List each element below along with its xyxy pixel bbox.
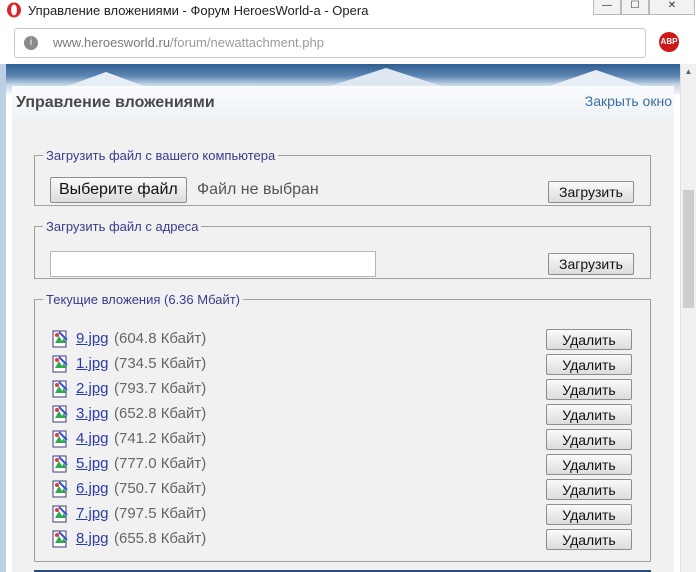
minimize-button[interactable]: — <box>593 0 621 15</box>
image-file-icon <box>52 355 68 373</box>
attachment-row: 1.jpg (734.5 Кбайт) Удалить <box>35 352 650 377</box>
upload-from-computer-fieldset: Загрузить файл с вашего компьютера Выбер… <box>34 148 651 206</box>
delete-attachment-button[interactable]: Удалить <box>546 379 632 400</box>
url-path: /forum/newattachment.php <box>170 35 324 50</box>
attachment-row: 7.jpg (797.5 Кбайт) Удалить <box>35 502 650 527</box>
image-file-icon <box>52 380 68 398</box>
delete-attachment-button[interactable]: Удалить <box>546 504 632 525</box>
attachment-file-size: (655.8 Кбайт) <box>114 530 207 547</box>
adblock-plus-icon[interactable]: ABP <box>659 32 679 52</box>
delete-attachment-button[interactable]: Удалить <box>546 404 632 425</box>
attachment-file-size: (652.8 Кбайт) <box>114 405 207 422</box>
window-title: Управление вложениями - Форум HeroesWorl… <box>28 3 369 18</box>
attachment-file-link[interactable]: 1.jpg <box>76 355 109 372</box>
attachment-file-link[interactable]: 4.jpg <box>76 430 109 447</box>
attachment-file-link[interactable]: 5.jpg <box>76 455 109 472</box>
delete-attachment-button[interactable]: Удалить <box>546 354 632 375</box>
attachment-file-size: (741.2 Кбайт) <box>114 430 207 447</box>
attachment-file-size: (750.7 Кбайт) <box>114 480 207 497</box>
image-file-icon <box>52 405 68 423</box>
attachment-row: 3.jpg (652.8 Кбайт) Удалить <box>35 402 650 427</box>
attachment-file-size: (797.5 Кбайт) <box>114 505 207 522</box>
attachment-row: 8.jpg (655.8 Кбайт) Удалить <box>35 527 650 552</box>
delete-attachment-button[interactable]: Удалить <box>546 529 632 550</box>
attachment-row: 9.jpg (604.8 Кбайт) Удалить <box>35 327 650 352</box>
attachment-file-size: (734.5 Кбайт) <box>114 355 207 372</box>
choose-file-button[interactable]: Выберите файл <box>50 177 187 203</box>
attachment-file-link[interactable]: 7.jpg <box>76 505 109 522</box>
attachment-file-link[interactable]: 9.jpg <box>76 330 109 347</box>
close-window-link[interactable]: Закрыть окно <box>585 93 672 109</box>
upload-from-url-legend: Загрузить файл с адреса <box>46 219 199 234</box>
no-file-chosen-text: Файл не выбран <box>197 181 319 198</box>
file-url-input[interactable] <box>50 251 376 277</box>
current-attachments-legend: Текущие вложения (6.36 Мбайт) <box>46 292 241 307</box>
vertical-scrollbar[interactable]: ▲ <box>680 64 696 572</box>
popup-header: Управление вложениями Закрыть окно <box>12 86 674 119</box>
attachment-file-size: (777.0 Кбайт) <box>114 455 207 472</box>
current-attachments-fieldset: Текущие вложения (6.36 Мбайт) 9.jpg (604.… <box>34 292 651 562</box>
page-viewport: Управление вложениями Закрыть окно Загру… <box>0 64 680 572</box>
attachment-file-link[interactable]: 3.jpg <box>76 405 109 422</box>
window-titlebar: Управление вложениями - Форум HeroesWorl… <box>0 0 696 22</box>
image-file-icon <box>52 480 68 498</box>
url-text[interactable]: www.heroesworld.ru/forum/newattachment.p… <box>53 35 324 50</box>
content-panel: Загрузить файл с вашего компьютера Выбер… <box>12 118 674 572</box>
site-info-icon[interactable]: i <box>24 36 38 50</box>
close-window-button[interactable]: ✕ <box>649 0 695 15</box>
image-file-icon <box>52 455 68 473</box>
upload-from-computer-legend: Загрузить файл с вашего компьютера <box>46 148 276 163</box>
attachment-row: 5.jpg (777.0 Кбайт) Удалить <box>35 452 650 477</box>
attachment-row: 6.jpg (750.7 Кбайт) Удалить <box>35 477 650 502</box>
image-file-icon <box>52 505 68 523</box>
scrollbar-thumb[interactable] <box>683 190 694 308</box>
attachment-file-link[interactable]: 6.jpg <box>76 480 109 497</box>
opera-logo-icon <box>7 2 21 18</box>
delete-attachment-button[interactable]: Удалить <box>546 429 632 450</box>
address-bar[interactable]: i www.heroesworld.ru/forum/newattachment… <box>14 28 646 58</box>
attachment-row: 2.jpg (793.7 Кбайт) Удалить <box>35 377 650 402</box>
attachment-row: 4.jpg (741.2 Кбайт) Удалить <box>35 427 650 452</box>
page-title: Управление вложениями <box>16 94 215 111</box>
url-domain: www.heroesworld.ru <box>53 35 171 50</box>
image-file-icon <box>52 330 68 348</box>
attachment-file-size: (604.8 Кбайт) <box>114 330 207 347</box>
delete-attachment-button[interactable]: Удалить <box>546 479 632 500</box>
attachment-file-link[interactable]: 8.jpg <box>76 530 109 547</box>
delete-attachment-button[interactable]: Удалить <box>546 329 632 350</box>
attachment-file-size: (793.7 Кбайт) <box>114 380 207 397</box>
address-bar-area: i www.heroesworld.ru/forum/newattachment… <box>0 22 696 64</box>
scroll-up-arrow-icon[interactable]: ▲ <box>681 64 696 80</box>
image-file-icon <box>52 430 68 448</box>
delete-attachment-button[interactable]: Удалить <box>546 454 632 475</box>
maximize-button[interactable]: ☐ <box>621 0 649 15</box>
image-file-icon <box>52 530 68 548</box>
upload-from-computer-button[interactable]: Загрузить <box>548 181 634 203</box>
upload-from-url-button[interactable]: Загрузить <box>548 253 634 275</box>
upload-from-url-fieldset: Загрузить файл с адреса Загрузить <box>34 219 651 279</box>
attachment-file-link[interactable]: 2.jpg <box>76 380 109 397</box>
